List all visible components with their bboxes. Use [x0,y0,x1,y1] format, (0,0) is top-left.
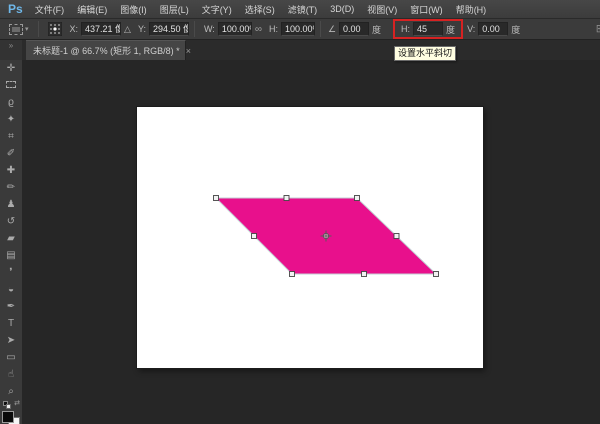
tool-preset-icon[interactable] [9,24,23,35]
menu-view[interactable]: 视图(V) [367,3,397,16]
divider [320,21,321,37]
skew-v-label: V: [467,24,475,34]
skew-h-unit-label: 度 [446,23,455,36]
divider [194,21,195,37]
transform-handle[interactable] [434,272,439,277]
swap-colors-icon[interactable]: ⇄ [14,399,20,407]
eraser-tool-icon[interactable]: ▰ [0,230,22,247]
divider [38,21,39,37]
path-select-tool-icon[interactable]: ➤ [0,332,22,349]
transform-handle[interactable] [284,196,289,201]
zoom-tool-icon[interactable]: ⌕ [0,383,22,400]
menu-image[interactable]: 图像(I) [120,3,147,16]
width-scale-field[interactable]: 100.00% [218,22,252,36]
menu-window[interactable]: 窗口(W) [410,3,443,16]
rotate-field[interactable]: 0.00 [339,22,369,36]
healing-brush-tool-icon[interactable]: ✚ [0,162,22,179]
color-swatches [0,410,22,424]
hand-tool-icon[interactable]: ☝ [0,366,22,383]
tools-panel-collapse-icon[interactable]: » [0,40,22,60]
default-colors-bg-icon [6,404,11,409]
y-position-field[interactable]: 294.50 像素 [149,22,189,36]
transform-overlay [137,107,483,368]
blur-tool-icon[interactable]: ❜ [0,264,22,281]
document-tab[interactable]: 未标题-1 @ 66.7% (矩形 1, RGB/8) * × [26,40,186,60]
marquee-tool-icon[interactable] [0,77,22,94]
tools-panel: ✛ ϱ ✦ ⌗ ✐ ✚ ✏ ♟ ↺ ▰ ▤ ❜ ◒ ✒ T ➤ ▭ ☝ ⌕ ⇄ [0,60,22,424]
pen-tool-icon[interactable]: ✒ [0,298,22,315]
rectangle-tool-icon[interactable]: ▭ [0,349,22,366]
menu-edit[interactable]: 编辑(E) [77,3,107,16]
width-label: W: [204,24,215,34]
marquee-rect-icon [6,81,16,88]
canvas-pasteboard [22,60,600,424]
chevron-down-icon[interactable]: ▾ [25,25,29,33]
menu-bar: Ps 文件(F) 编辑(E) 图像(I) 图层(L) 文字(Y) 选择(S) 滤… [0,0,600,19]
y-label: Y: [138,24,146,34]
horizontal-skew-field[interactable]: 45 [413,22,443,36]
eyedropper-tool-icon[interactable]: ✐ [0,145,22,162]
menu-file[interactable]: 文件(F) [35,3,65,16]
x-label: X: [70,24,79,34]
rotate-icon: ∠ [328,24,336,35]
type-tool-icon[interactable]: T [0,315,22,332]
clone-stamp-tool-icon[interactable]: ♟ [0,196,22,213]
menu-help[interactable]: 帮助(H) [456,3,487,16]
relative-position-icon[interactable]: △ [124,24,131,35]
lasso-tool-icon[interactable]: ϱ [0,94,22,111]
x-position-field[interactable]: 437.21 像素 [81,22,121,36]
brush-tool-icon[interactable]: ✏ [0,179,22,196]
close-icon[interactable]: × [186,46,191,56]
transform-handle[interactable] [394,234,399,239]
transform-options-bar: ▾ X: 437.21 像素 △ Y: 294.50 像素 W: 100.00%… [0,19,600,40]
transform-handle[interactable] [355,196,360,201]
gradient-tool-icon[interactable]: ▤ [0,247,22,264]
annotation-highlight-box: H: 45 度 [393,19,463,39]
foreground-color-swatch[interactable] [2,411,14,423]
transform-handle[interactable] [290,272,295,277]
warp-toggle-icon[interactable]: ⊞ [596,22,600,35]
default-colors-control[interactable]: ⇄ [0,400,22,410]
move-tool-icon[interactable]: ✛ [0,60,22,77]
transform-handle[interactable] [362,272,367,277]
menu-3d[interactable]: 3D(D) [330,4,354,14]
vertical-skew-field[interactable]: 0.00 [478,22,508,36]
menu-filter[interactable]: 滤镜(T) [288,3,318,16]
tab-bar: » 未标题-1 @ 66.7% (矩形 1, RGB/8) * × [0,40,600,60]
menu-type[interactable]: 文字(Y) [202,3,232,16]
skew-h-label: H: [401,24,410,34]
photoshop-window: Ps 文件(F) 编辑(E) 图像(I) 图层(L) 文字(Y) 选择(S) 滤… [0,0,600,424]
height-scale-field[interactable]: 100.00% [281,22,315,36]
reference-point-locator-icon[interactable] [48,22,62,36]
magic-wand-tool-icon[interactable]: ✦ [0,111,22,128]
photoshop-logo: Ps [8,2,23,16]
link-dimensions-icon[interactable]: ∞ [255,24,262,35]
skew-v-unit-label: 度 [511,23,520,36]
transform-handle[interactable] [214,196,219,201]
tooltip: 设置水平斜切 [394,46,456,61]
transform-handle[interactable] [252,234,257,239]
history-brush-tool-icon[interactable]: ↺ [0,213,22,230]
rotate-unit-label: 度 [372,23,381,36]
menu-select[interactable]: 选择(S) [245,3,275,16]
height-label: H: [269,24,278,34]
document-tab-title: 未标题-1 @ 66.7% (矩形 1, RGB/8) * [33,44,180,57]
dodge-tool-icon[interactable]: ◒ [0,281,22,298]
menu-layer[interactable]: 图层(L) [160,3,189,16]
crop-tool-icon[interactable]: ⌗ [0,128,22,145]
document-canvas [137,107,483,368]
